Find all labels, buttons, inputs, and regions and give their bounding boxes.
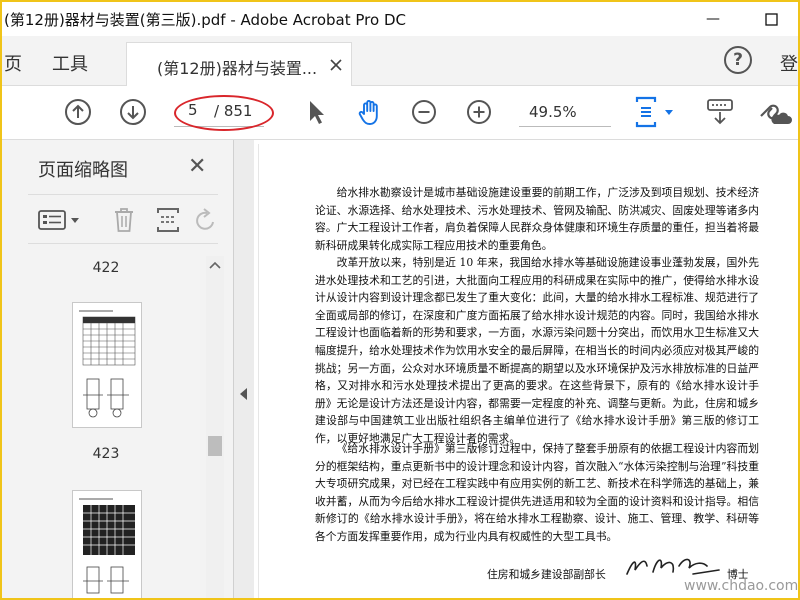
handwritten-signature: [626, 558, 720, 575]
page-thumbnail[interactable]: [72, 490, 142, 598]
link-cloud-icon: [760, 104, 792, 124]
panel-title: 页面缩略图: [38, 160, 128, 181]
thumbnails-panel: 页面缩略图 ✕ 422 423: [2, 140, 234, 598]
page-display-button[interactable]: [632, 94, 678, 130]
page-insert-icon: [157, 208, 179, 232]
keyboard-icon: [707, 99, 733, 125]
rotate-page-button[interactable]: [192, 205, 218, 235]
minimize-icon: —: [706, 11, 720, 27]
fit-page-icon: [635, 96, 673, 128]
nav-tools[interactable]: 工具: [52, 50, 88, 76]
signature-label: 住房和城乡建设部副部长: [487, 568, 606, 581]
scroll-up-icon: [209, 261, 221, 269]
trash-icon: [115, 208, 133, 232]
arrow-up-circle-icon: [65, 99, 91, 125]
document-paragraph: 给水排水勘察设计是城市基础设施建设重要的前期工作，广泛涉及到项目规划、技术经济论…: [315, 186, 759, 252]
close-icon[interactable]: [330, 59, 342, 71]
document-view[interactable]: 给水排水勘察设计是城市基础设施建设重要的前期工作，广泛涉及到项目规划、技术经济论…: [254, 140, 798, 598]
thumbnail-page-number: 422: [92, 260, 120, 276]
page-thumbnail[interactable]: [72, 302, 142, 428]
thumbnail-preview: [79, 310, 136, 418]
delete-page-button[interactable]: [110, 205, 138, 235]
thumbnail-scrollbar[interactable]: [206, 256, 224, 598]
minimize-button[interactable]: —: [690, 2, 736, 36]
sign-in-link[interactable]: 登: [780, 50, 798, 76]
thumbnail-preview: [79, 498, 135, 594]
collapse-arrow-icon: [240, 388, 247, 400]
previous-page-button[interactable]: [60, 94, 96, 130]
minus-circle-icon: [412, 100, 436, 124]
help-button[interactable]: ?: [724, 46, 752, 74]
rotate-icon: [196, 208, 214, 230]
main-toolbar: / 851 49.5%: [2, 86, 798, 140]
panel-toolbar: [28, 194, 218, 244]
hand-icon: [358, 100, 378, 125]
scrollbar-thumb[interactable]: [208, 436, 222, 456]
cursor-arrow-icon: [310, 101, 324, 124]
watermark: www.chdao.com: [684, 578, 798, 594]
title-bar: (第12册)器材与装置(第三版).pdf - Adobe Acrobat Pro…: [2, 2, 798, 36]
panel-close-button[interactable]: ✕: [188, 154, 206, 179]
insert-page-button[interactable]: [154, 205, 182, 235]
tab-bar: 页 工具 (第12册)器材与装置... ? 登: [2, 36, 798, 87]
thumbnail-options-button[interactable]: [36, 205, 84, 235]
document-paragraph: 《给水排水设计手册》第三版修订过程中，保持了整套手册原有的依据工程设计内容而划分…: [315, 442, 759, 543]
nav-home[interactable]: 页: [4, 50, 22, 76]
document-page: 给水排水勘察设计是城市基础设施建设重要的前期工作，广泛涉及到项目规划、技术经济论…: [258, 144, 794, 598]
document-paragraph: 改革开放以来，特别是近 10 年来，我国给水排水等基础设施建设事业蓬勃发展，国外…: [315, 256, 759, 445]
maximize-button[interactable]: [748, 2, 794, 36]
window-title: (第12册)器材与装置(第三版).pdf - Adobe Acrobat Pro…: [4, 11, 406, 29]
keyboard-scroll-button[interactable]: [702, 94, 738, 130]
select-tool-button[interactable]: [298, 94, 334, 130]
arrow-down-circle-icon: [120, 99, 146, 125]
thumbnail-page-number: 423: [92, 446, 120, 462]
panel-collapse-rail[interactable]: [234, 140, 254, 598]
plus-circle-icon: [467, 100, 491, 124]
maximize-icon: [764, 12, 778, 26]
zoom-selector[interactable]: 49.5%: [519, 99, 611, 127]
zoom-in-button[interactable]: [461, 94, 497, 130]
next-page-button[interactable]: [115, 94, 151, 130]
red-annotation-ellipse: [174, 95, 274, 131]
zoom-value: 49.5%: [529, 103, 577, 121]
tab-document[interactable]: (第12册)器材与装置...: [126, 42, 352, 87]
list-options-icon: [38, 210, 79, 230]
share-link-button[interactable]: [754, 94, 794, 130]
hand-tool-button[interactable]: [352, 94, 388, 130]
zoom-out-button[interactable]: [406, 94, 442, 130]
acrobat-window: (第12册)器材与装置(第三版).pdf - Adobe Acrobat Pro…: [2, 2, 798, 598]
doc-tab-label: (第12册)器材与装置...: [157, 59, 318, 78]
